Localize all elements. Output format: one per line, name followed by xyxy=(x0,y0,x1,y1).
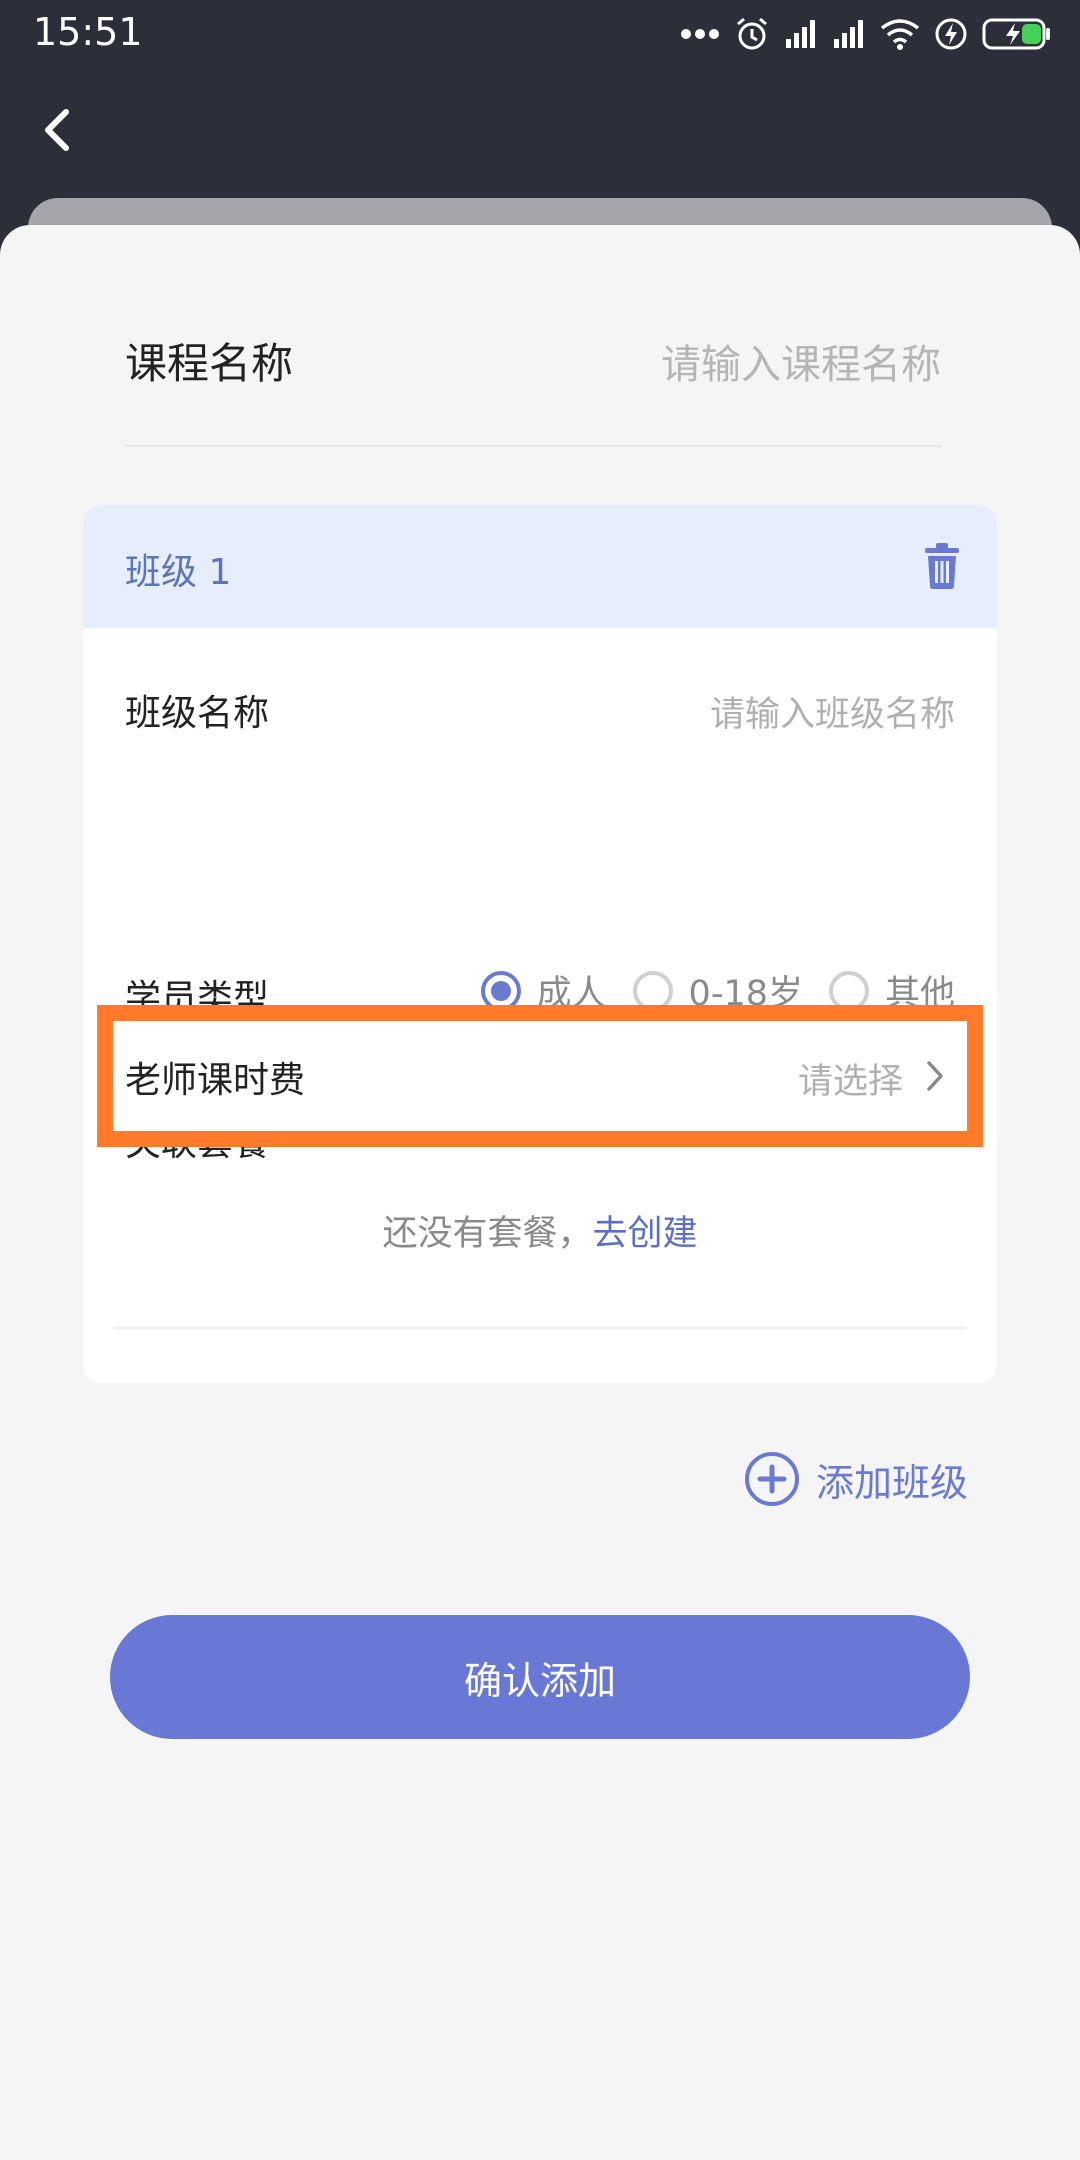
teacher-fee-row[interactable]: 老师课时费 请选择 xyxy=(97,1005,983,1147)
add-class-button[interactable]: 添加班级 xyxy=(744,1451,968,1507)
add-class-label: 添加班级 xyxy=(815,1460,968,1505)
divider xyxy=(125,445,941,447)
package-empty-state: 还没有套餐，去创建 xyxy=(83,1205,997,1256)
divider xyxy=(113,1327,967,1329)
teacher-fee-value: 请选择 xyxy=(797,1062,903,1102)
status-icons xyxy=(680,12,1052,56)
chevron-right-icon xyxy=(927,1061,943,1091)
alarm-icon xyxy=(737,17,767,50)
confirm-add-button[interactable]: 确认添加 xyxy=(110,1615,970,1739)
course-name-row[interactable]: 课程名称 请输入课程名称 xyxy=(125,320,941,400)
class-card: 班级 1 班级名称 请输入班级名称 学员类型 成人 0-18岁 其他 还没有套餐… xyxy=(83,505,997,1383)
more-dots-icon xyxy=(681,29,719,39)
status-bar: 15:51 xyxy=(0,0,1080,70)
course-name-label: 课程名称 xyxy=(125,339,294,388)
course-name-input[interactable]: 请输入课程名称 xyxy=(661,332,941,390)
teacher-fee-label: 老师课时费 xyxy=(125,1060,306,1101)
class-name-label: 班级名称 xyxy=(125,693,270,734)
chevron-left-icon xyxy=(45,109,69,151)
wifi-icon xyxy=(880,19,920,50)
back-button[interactable] xyxy=(28,100,88,160)
package-empty-text: 还没有套餐， xyxy=(382,1214,593,1254)
class-name-row[interactable]: 班级名称 请输入班级名称 xyxy=(125,680,955,736)
class-title: 班级 1 xyxy=(125,552,232,593)
add-course-sheet: 课程名称 请输入课程名称 班级 1 班级名称 请输入班级名称 学员类型 成人 0… xyxy=(0,225,1080,2160)
signal-icon xyxy=(834,20,863,48)
class-name-input[interactable]: 请输入班级名称 xyxy=(710,686,955,737)
create-package-link[interactable]: 去创建 xyxy=(593,1214,698,1254)
class-card-header: 班级 1 xyxy=(83,505,997,628)
signal-icon xyxy=(786,20,815,48)
trash-icon[interactable] xyxy=(923,543,961,589)
charging-icon xyxy=(935,18,967,50)
battery-icon xyxy=(982,18,1050,50)
plus-circle-icon xyxy=(744,1452,799,1506)
status-time: 15:51 xyxy=(33,10,143,54)
